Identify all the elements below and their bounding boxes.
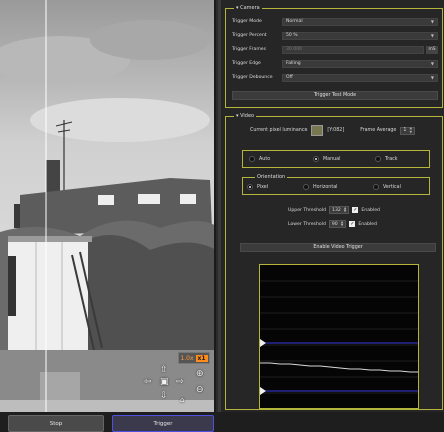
bottom-bar: Stop Trigger — [0, 412, 444, 432]
trigger-debounce-label: Trigger Debounce — [232, 75, 273, 80]
stepper-arrows-icon: ▲ ▼ — [340, 219, 344, 227]
trigger-percent-row: Trigger Percent 50 % ▼ — [232, 31, 438, 40]
pan-up-icon[interactable]: ⇧ — [160, 366, 168, 375]
luminance-value: [Y:082] — [327, 128, 345, 133]
radio-dot-icon — [247, 184, 253, 190]
trigger-frames-unit: mS — [426, 45, 438, 54]
chevron-down-icon: ▼ — [430, 33, 434, 38]
upper-enabled-label: Enabled — [361, 207, 380, 213]
orientation-title: Orientation — [255, 174, 288, 181]
frame-average-stepper[interactable]: 1 ▲ ▼ — [400, 126, 416, 135]
trigger-frames-row: Trigger Frames 30.000 mS — [232, 45, 438, 54]
upper-threshold-row: Upper Threshold 132 ▲ ▼ ✓ Enabled — [288, 206, 380, 214]
settings-panel: ▾ Camera Trigger Mode Normal ▼ Trigger Pe… — [218, 0, 444, 412]
radio-dot-icon — [303, 184, 309, 190]
lower-threshold-label: Lower Threshold — [288, 221, 326, 227]
camera-group: ▾ Camera Trigger Mode Normal ▼ Trigger Pe… — [225, 5, 443, 108]
chevron-down-icon: ▼ — [430, 75, 434, 80]
camera-image — [0, 0, 214, 412]
trigger-mode-row: Trigger Mode Normal ▼ — [232, 17, 438, 26]
zoom-badge: x1 — [195, 354, 208, 362]
radio-dot-icon — [249, 156, 255, 162]
trigger-edge-label: Trigger Edge — [232, 61, 261, 66]
trigger-debounce-row: Trigger Debounce Off ▼ — [232, 73, 438, 82]
lower-threshold-stepper[interactable]: 90 ▲ ▼ — [328, 219, 347, 228]
trigger-frames-input[interactable]: 30.000 — [282, 45, 424, 54]
luminance-graph — [259, 264, 419, 409]
camera-preview[interactable]: 1.0x x1 ⇧ ⇦ ▣ ⇨ ⇩ ⊕ ⊖ ⌂ — [0, 0, 216, 412]
zoom-out-icon[interactable]: ⊖ — [196, 386, 204, 395]
mode-box: Auto Manual Track — [242, 150, 430, 168]
upper-threshold-stepper[interactable]: 132 ▲ ▼ — [329, 205, 350, 214]
trigger-edge-select[interactable]: Falling ▼ — [282, 59, 438, 68]
radio-dot-icon — [375, 156, 381, 162]
stepper-arrows-icon: ▲ ▼ — [343, 205, 347, 213]
enable-video-trigger-button[interactable]: Enable Video Trigger — [240, 243, 436, 252]
trigger-button[interactable]: Trigger — [112, 415, 214, 432]
trigger-mode-select[interactable]: Normal ▼ — [282, 17, 438, 26]
camera-group-title: ▾ Camera — [234, 5, 262, 12]
orientation-vertical-radio[interactable]: Vertical — [373, 184, 401, 190]
pan-right-icon[interactable]: ⇨ — [176, 378, 184, 387]
trigger-test-mode-button[interactable]: Trigger Test Mode — [232, 91, 438, 100]
lower-enabled-label: Enabled — [358, 221, 377, 227]
trigger-debounce-select[interactable]: Off ▼ — [282, 73, 438, 82]
frame-average-label: Frame Average — [360, 128, 397, 133]
upper-enabled-checkbox[interactable]: ✓ — [352, 207, 359, 213]
luminance-trace-chart — [260, 280, 418, 395]
mode-track-radio[interactable]: Track — [375, 156, 398, 162]
upper-threshold-label: Upper Threshold — [288, 207, 327, 213]
trigger-percent-select[interactable]: 50 % ▼ — [282, 31, 438, 40]
orientation-pixel-radio[interactable]: Pixel — [247, 184, 268, 190]
zoom-label: 1.0x — [180, 354, 194, 362]
zoom-indicator: 1.0x x1 — [178, 352, 210, 364]
luminance-row: Current pixel luminance [Y:082] Frame Av… — [250, 125, 416, 136]
luminance-label: Current pixel luminance — [250, 128, 308, 133]
zoom-in-icon[interactable]: ⊕ — [196, 370, 204, 379]
trigger-percent-label: Trigger Percent — [232, 33, 267, 38]
trigger-mode-label: Trigger Mode — [232, 19, 262, 24]
orientation-horizontal-radio[interactable]: Horizontal — [303, 184, 338, 190]
home-icon[interactable]: ⌂ — [180, 396, 184, 405]
upper-marker-icon — [260, 339, 266, 347]
lower-threshold-row: Lower Threshold 90 ▲ ▼ ✓ Enabled — [288, 220, 377, 228]
orientation-box: Orientation Pixel Horizontal Vertical — [242, 174, 430, 195]
lower-enabled-checkbox[interactable]: ✓ — [349, 221, 356, 227]
stepper-arrows-icon: ▲ ▼ — [409, 126, 413, 134]
lower-marker-icon — [260, 387, 266, 395]
pan-down-icon[interactable]: ⇩ — [160, 392, 168, 401]
mode-manual-radio[interactable]: Manual — [313, 156, 340, 162]
chevron-down-icon: ▼ — [430, 61, 434, 66]
chevron-down-icon: ▼ — [430, 19, 434, 24]
trigger-edge-row: Trigger Edge Falling ▼ — [232, 59, 438, 68]
luminance-trace — [260, 362, 418, 373]
video-group-title: ▾ Video — [234, 113, 257, 120]
radio-dot-icon — [313, 156, 319, 162]
pan-left-icon[interactable]: ⇦ — [144, 378, 152, 387]
mode-auto-radio[interactable]: Auto — [249, 156, 270, 162]
stop-button[interactable]: Stop — [8, 415, 104, 432]
luminance-swatch — [311, 125, 324, 136]
trigger-frames-label: Trigger Frames — [232, 47, 267, 52]
radio-dot-icon — [373, 184, 379, 190]
center-icon[interactable]: ▣ — [160, 378, 169, 387]
